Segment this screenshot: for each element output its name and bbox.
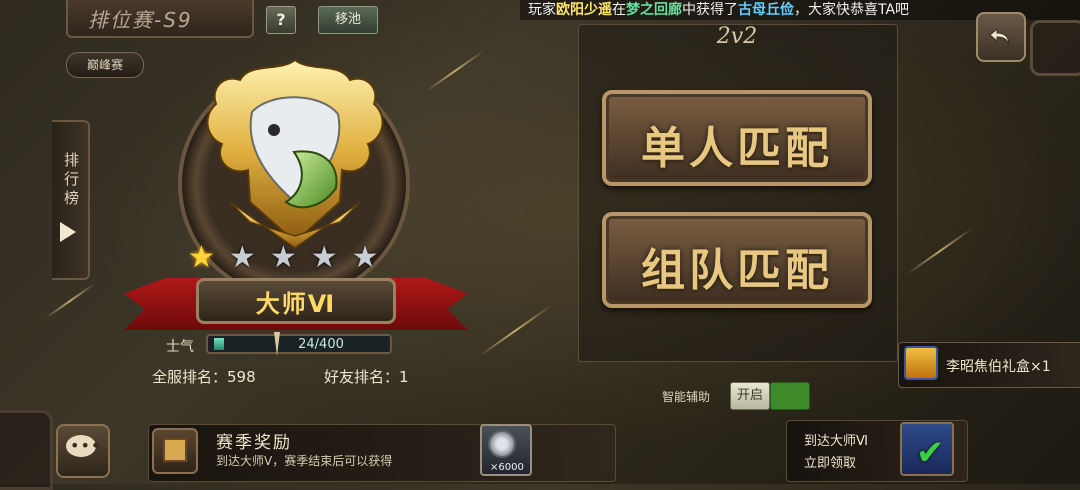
chat-dots-icon: ••• [70, 436, 102, 455]
check-icon: ✔ [916, 433, 945, 473]
match-mode-panel [578, 24, 898, 362]
smart-assist-toggle[interactable]: 开启 [730, 382, 770, 410]
ticker-place: 梦之回廊 [626, 2, 682, 18]
light-streak [477, 304, 553, 358]
gift-label: 李昭焦伯礼盒×1 [946, 359, 1051, 375]
corner-ornament [1030, 20, 1080, 76]
light-streak [44, 282, 96, 320]
back-button[interactable] [976, 12, 1026, 62]
friend-rank: 好友排名：1 [324, 368, 409, 386]
ticker-mid1: 在 [612, 2, 626, 18]
gift-icon [163, 438, 187, 462]
transfer-button[interactable]: 移池 [318, 6, 378, 34]
star-empty-icon: ★ [351, 240, 379, 275]
rank-stars: ★ ★ ★ ★ ★ [188, 242, 379, 274]
star-empty-icon: ★ [269, 240, 297, 275]
team-match-label: 组队匹配 [641, 245, 833, 296]
season-reward-title: 赛季奖励 [216, 433, 292, 453]
claim-condition: 到达大师Ⅵ [804, 434, 868, 449]
morale-value: 24/400 [298, 337, 344, 352]
season-title: 排位赛-S9 [88, 8, 193, 32]
ticker-suffix: ，大家快恭喜TA吧 [794, 2, 910, 18]
star-filled-icon: ★ [188, 240, 215, 275]
server-rank: 全服排名：598 [152, 368, 256, 386]
morale-bar-fill [214, 338, 224, 350]
smart-assist-toggle-track[interactable] [770, 382, 810, 410]
leaderboard-label: 排行榜 [62, 152, 80, 209]
light-streak [906, 227, 974, 275]
season-reward-desc: 到达大师Ⅴ，赛季结束后可以获得 [216, 454, 393, 468]
coin-icon [488, 430, 516, 458]
ticker-item: 古母丘俭 [738, 2, 794, 18]
corner-ornament [0, 410, 53, 490]
rank-name: 大师Ⅵ [255, 290, 337, 318]
ticker-mid2: 中获得了 [682, 2, 738, 18]
ticker-player: 欧阳少遥 [556, 2, 612, 18]
back-arrow-icon [989, 27, 1010, 46]
ticker-prefix: 玩家 [528, 2, 556, 18]
gift-box-icon [904, 346, 938, 380]
star-empty-icon: ★ [310, 240, 338, 275]
light-streak [425, 50, 485, 92]
mode-title: 2v2 [716, 24, 758, 49]
play-arrow-icon [60, 222, 76, 242]
star-empty-icon: ★ [228, 240, 256, 275]
help-button[interactable]: ? [266, 6, 296, 34]
smart-assist-label: 智能辅助 [662, 390, 711, 404]
peak-match-button[interactable]: 巅峰赛 [66, 52, 144, 78]
solo-match-label: 单人匹配 [641, 123, 833, 174]
morale-label: 士气 [166, 339, 194, 355]
master-rank-emblem-icon [206, 58, 384, 249]
coin-count: ×6000 [490, 462, 524, 473]
claim-now: 立即领取 [804, 456, 857, 471]
